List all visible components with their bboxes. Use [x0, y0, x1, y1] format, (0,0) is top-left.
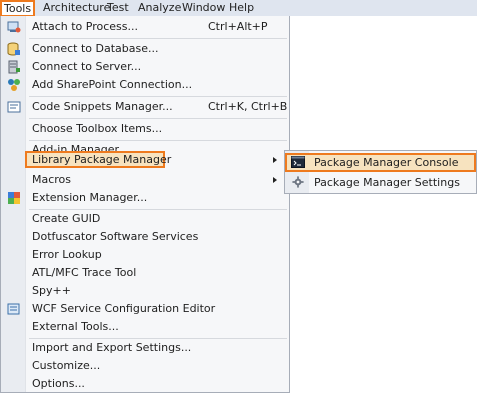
menu-item-dotfuscator[interactable]: Dotfuscator Software Services [1, 228, 289, 246]
menu-separator [29, 96, 287, 97]
console-icon [291, 156, 305, 168]
menu-item-label: Choose Toolbox Items... [32, 122, 163, 135]
menu-architecture[interactable]: Architecture [43, 0, 110, 16]
menu-item-label: Spy++ [32, 284, 71, 297]
menu-item-customize[interactable]: Customize... [1, 357, 289, 375]
menu-item-label: Library Package Manager [32, 153, 172, 166]
menu-item-label: Add SharePoint Connection... [32, 78, 193, 91]
menu-window[interactable]: Window [182, 0, 225, 16]
tools-dropdown-menu: Attach to Process... Ctrl+Alt+P Connect … [0, 16, 290, 393]
menu-item-external-tools[interactable]: External Tools... [1, 318, 289, 336]
submenu-arrow-icon [273, 177, 277, 183]
snippets-icon [7, 101, 21, 113]
shortcut-label: Ctrl+K, Ctrl+B [208, 100, 288, 113]
menu-item-code-snippets-manager[interactable]: Code Snippets Manager... Ctrl+K, Ctrl+B [1, 98, 289, 116]
submenu-item-label: Package Manager Settings [314, 176, 460, 189]
menu-item-macros[interactable]: Macros [1, 171, 289, 189]
menu-separator [29, 38, 287, 39]
menu-item-options[interactable]: Options... [1, 375, 289, 393]
menu-item-error-lookup[interactable]: Error Lookup [1, 246, 289, 264]
menu-item-library-package-manager[interactable]: Library Package Manager [25, 151, 171, 168]
background-area [290, 16, 477, 393]
menu-item-wcf-service-configuration-editor[interactable]: WCF Service Configuration Editor [1, 300, 289, 318]
menu-item-atl-mfc-trace-tool[interactable]: ATL/MFC Trace Tool [1, 264, 289, 282]
menu-test[interactable]: Test [107, 0, 129, 16]
menu-item-connect-to-database[interactable]: Connect to Database... [1, 40, 289, 58]
menu-item-label: Code Snippets Manager... [32, 100, 173, 113]
menu-item-label: ATL/MFC Trace Tool [32, 266, 137, 279]
menu-item-label: External Tools... [32, 320, 119, 333]
sharepoint-icon [8, 79, 20, 91]
database-icon [7, 42, 20, 56]
menu-item-label: Import and Export Settings... [32, 341, 192, 354]
menu-item-label: Dotfuscator Software Services [32, 230, 199, 243]
menu-item-label: Attach to Process... [32, 20, 138, 33]
library-package-manager-submenu: Package Manager Console Package Manager … [284, 150, 477, 194]
server-icon [8, 60, 20, 74]
shortcut-label: Ctrl+Alt+P [208, 20, 268, 33]
menu-item-label: Extension Manager... [32, 191, 148, 204]
menu-item-label: Error Lookup [32, 248, 102, 261]
menu-item-extension-manager[interactable]: Extension Manager... [1, 189, 289, 207]
extension-icon [8, 192, 20, 204]
menu-help[interactable]: Help [229, 0, 254, 16]
wcf-icon [7, 303, 20, 315]
menu-item-add-sharepoint-connection[interactable]: Add SharePoint Connection... [1, 76, 289, 94]
menu-item-label: Options... [32, 377, 85, 390]
menu-analyze[interactable]: Analyze [138, 0, 181, 16]
menu-item-choose-toolbox-items[interactable]: Choose Toolbox Items... [1, 120, 289, 138]
menu-separator [29, 118, 287, 119]
menu-item-import-export-settings[interactable]: Import and Export Settings... [1, 339, 289, 357]
menu-item-connect-to-server[interactable]: Connect to Server... [1, 58, 289, 76]
menu-item-label: Connect to Database... [32, 42, 159, 55]
submenu-item-package-manager-console[interactable]: Package Manager Console [285, 153, 476, 172]
menu-item-label: WCF Service Configuration Editor [32, 302, 216, 315]
attach-process-icon [7, 21, 21, 33]
menu-item-label: Create GUID [32, 212, 101, 225]
submenu-item-package-manager-settings[interactable]: Package Manager Settings [285, 173, 476, 192]
menu-item-spy-plus-plus[interactable]: Spy++ [1, 282, 289, 300]
menu-item-label: Customize... [32, 359, 101, 372]
submenu-item-label: Package Manager Console [314, 156, 459, 169]
submenu-arrow-icon [273, 157, 277, 163]
gear-icon [292, 176, 304, 188]
menu-item-create-guid[interactable]: Create GUID [1, 210, 289, 228]
menu-bar: Tools Architecture Test Analyze Window H… [0, 0, 477, 17]
tools-highlight-outline [0, 0, 35, 17]
menu-item-label: Macros [32, 173, 72, 186]
menu-item-label: Connect to Server... [32, 60, 142, 73]
menu-item-attach-to-process[interactable]: Attach to Process... Ctrl+Alt+P [1, 18, 289, 36]
